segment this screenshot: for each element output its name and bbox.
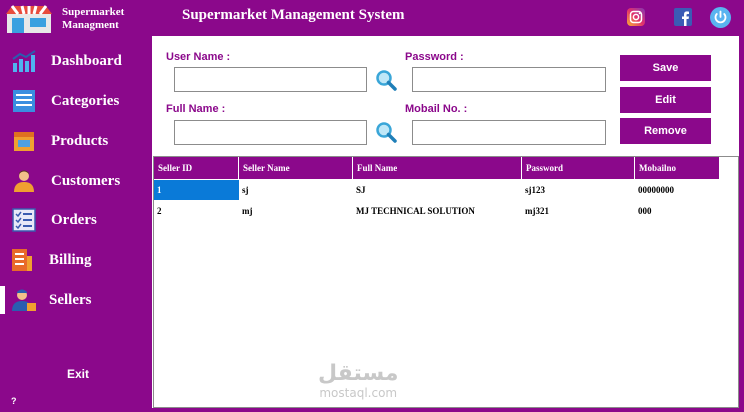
sidebar-item-products[interactable]: Products bbox=[0, 124, 150, 158]
watermark: مستقل mostaql.com bbox=[318, 361, 399, 401]
mobile-input[interactable] bbox=[412, 120, 606, 145]
column-header[interactable]: Password bbox=[522, 157, 635, 179]
checklist-icon bbox=[12, 208, 36, 232]
table-cell[interactable]: mj bbox=[239, 201, 353, 221]
sidebar-item-dashboard[interactable]: Dashboard bbox=[0, 44, 150, 78]
user-name-label: User Name : bbox=[166, 51, 231, 63]
user-name-input[interactable] bbox=[174, 67, 367, 92]
sidebar-item-label: Sellers bbox=[49, 291, 92, 308]
brand-title: Supermarket Managment bbox=[62, 6, 125, 31]
table-cell[interactable]: MJ TECHNICAL SOLUTION bbox=[353, 201, 522, 221]
active-indicator bbox=[0, 286, 5, 314]
sellers-table[interactable]: Seller ID Seller Name Full Name Password… bbox=[153, 156, 739, 408]
box-icon bbox=[14, 132, 34, 151]
page-title: Supermarket Management System bbox=[182, 7, 405, 23]
receipt-icon bbox=[12, 249, 32, 271]
sidebar-item-label: Products bbox=[51, 132, 109, 149]
table-cell[interactable]: mj321 bbox=[522, 201, 635, 221]
full-name-label: Full Name : bbox=[166, 103, 226, 115]
table-cell[interactable]: 000 bbox=[635, 201, 720, 221]
table-header: Seller ID Seller Name Full Name Password… bbox=[154, 157, 720, 179]
sidebar-item-sellers[interactable]: Sellers bbox=[0, 283, 150, 317]
watermark-latin: mostaql.com bbox=[319, 386, 398, 400]
exit-button[interactable]: Exit bbox=[67, 367, 89, 381]
sidebar-item-label: Dashboard bbox=[51, 52, 122, 69]
table-cell[interactable]: SJ bbox=[353, 180, 522, 200]
table-row[interactable]: 1 sj SJ sj123 00000000 bbox=[154, 180, 720, 200]
chart-icon bbox=[12, 50, 36, 72]
table-cell[interactable]: 2 bbox=[154, 201, 239, 221]
table-cell[interactable]: sj bbox=[239, 180, 353, 200]
facebook-icon[interactable] bbox=[674, 8, 692, 26]
password-label: Password : bbox=[405, 51, 464, 63]
sidebar-item-orders[interactable]: Orders bbox=[0, 203, 150, 237]
seller-icon bbox=[12, 289, 36, 311]
help-button[interactable]: ? bbox=[11, 396, 17, 406]
sidebar-item-label: Customers bbox=[51, 172, 121, 189]
table-cell[interactable]: sj123 bbox=[522, 180, 635, 200]
full-name-input[interactable] bbox=[174, 120, 367, 145]
sidebar-item-billing[interactable]: Billing bbox=[0, 243, 150, 277]
instagram-icon[interactable] bbox=[627, 8, 645, 26]
save-button[interactable]: Save bbox=[620, 55, 711, 81]
user-icon bbox=[14, 170, 34, 192]
table-cell[interactable]: 1 bbox=[154, 180, 239, 200]
table-row[interactable]: 2 mj MJ TECHNICAL SOLUTION mj321 000 bbox=[154, 201, 720, 221]
sidebar-item-categories[interactable]: Categories bbox=[0, 84, 150, 118]
table-cell[interactable]: 00000000 bbox=[635, 180, 720, 200]
search-icon[interactable] bbox=[375, 121, 397, 143]
column-header[interactable]: Full Name bbox=[353, 157, 522, 179]
column-header[interactable]: Seller ID bbox=[154, 157, 239, 179]
search-icon[interactable] bbox=[375, 69, 397, 91]
list-icon bbox=[13, 90, 35, 112]
sidebar-item-label: Billing bbox=[49, 251, 92, 268]
mobile-label: Mobail No. : bbox=[405, 103, 468, 115]
sidebar-item-customers[interactable]: Customers bbox=[0, 164, 150, 198]
remove-button[interactable]: Remove bbox=[620, 118, 711, 144]
column-header[interactable]: Seller Name bbox=[239, 157, 353, 179]
store-logo-icon bbox=[6, 5, 52, 33]
watermark-arabic: مستقل bbox=[318, 361, 399, 386]
password-input[interactable] bbox=[412, 67, 606, 92]
power-icon[interactable] bbox=[710, 7, 731, 28]
edit-button[interactable]: Edit bbox=[620, 87, 711, 113]
sidebar-item-label: Orders bbox=[51, 211, 97, 228]
sidebar-item-label: Categories bbox=[51, 92, 120, 109]
column-header[interactable]: Mobailno bbox=[635, 157, 720, 179]
